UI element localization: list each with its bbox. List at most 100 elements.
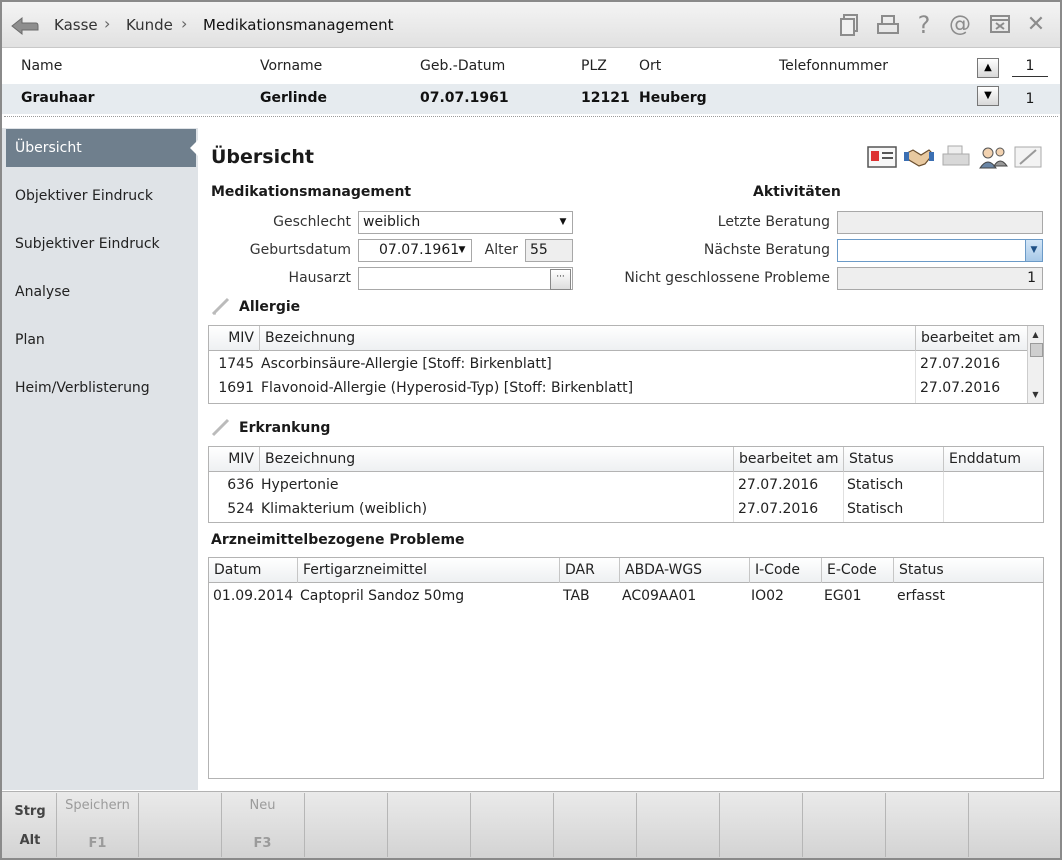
allergie-scrollbar[interactable]: ▲ ▼ xyxy=(1027,326,1043,403)
table-row[interactable]: 01.09.2014 Captopril Sandoz 50mg TAB AC0… xyxy=(209,584,1043,608)
pencil-icon[interactable] xyxy=(210,296,232,316)
cell-dar: TAB xyxy=(563,588,590,604)
col-enddatum[interactable]: Enddatum xyxy=(943,447,1043,472)
table-row[interactable]: 636 Hypertonie 27.07.2016 Statisch xyxy=(209,473,1043,497)
page-title: Übersicht xyxy=(211,146,314,168)
patient-card-icon[interactable] xyxy=(866,144,898,172)
fkey-label: Speichern xyxy=(65,798,130,813)
help-icon[interactable]: ? xyxy=(912,13,936,37)
cell-bezeichnung: Flavonoid-Allergie (Hyperosid-Typ) [Stof… xyxy=(261,380,634,396)
customer-name: Grauhaar xyxy=(21,90,95,106)
col-status[interactable]: Status xyxy=(843,447,943,472)
sidebar-item-label: Analyse xyxy=(15,284,71,300)
f5-button[interactable] xyxy=(387,793,469,857)
col-miv[interactable]: MIV xyxy=(209,326,259,351)
f10-button[interactable] xyxy=(802,793,884,857)
col-bezeichnung[interactable]: Bezeichnung xyxy=(259,326,915,351)
cell-bearbeitet: 27.07.2016 xyxy=(738,501,819,517)
f9-button[interactable] xyxy=(719,793,801,857)
consultation-icon[interactable] xyxy=(977,144,1009,172)
column-divider xyxy=(843,472,844,522)
probleme-title: Arzneimittelbezogene Probleme xyxy=(211,532,465,548)
f7-button[interactable] xyxy=(553,793,635,857)
breadcrumb-item-kasse[interactable]: Kasse xyxy=(54,16,98,34)
column-divider xyxy=(915,351,916,403)
cell-bearbeitet: 27.07.2016 xyxy=(920,380,1001,396)
sidebar-item-uebersicht[interactable]: Übersicht xyxy=(6,129,196,167)
at-icon[interactable]: @ xyxy=(948,13,972,37)
col-bearbeitet-am[interactable]: bearbeitet am xyxy=(915,326,1027,351)
sidebar-item-analyse[interactable]: Analyse xyxy=(6,273,196,311)
customer-row[interactable] xyxy=(2,84,1060,114)
geburtsdatum-input[interactable]: 07.07.1961 ▼ xyxy=(358,239,472,262)
printer-icon[interactable] xyxy=(940,144,972,172)
f2-button[interactable] xyxy=(138,793,220,857)
col-bearbeitet-am[interactable]: bearbeitet am xyxy=(733,447,843,472)
print-icon[interactable] xyxy=(876,13,900,37)
col-status[interactable]: Status xyxy=(893,558,1043,583)
allergie-title: Allergie xyxy=(239,299,301,315)
sidebar-item-subjektiver-eindruck[interactable]: Subjektiver Eindruck xyxy=(6,225,196,263)
f6-button[interactable] xyxy=(470,793,552,857)
scroll-down-icon[interactable]: ▼ xyxy=(1028,387,1043,402)
col-bezeichnung[interactable]: Bezeichnung xyxy=(259,447,733,472)
f8-button[interactable] xyxy=(636,793,718,857)
naechste-beratung-label: Nächste Beratung xyxy=(703,242,830,258)
window-icon[interactable] xyxy=(988,13,1012,37)
scroll-up-icon[interactable]: ▲ xyxy=(1028,327,1043,342)
column-divider xyxy=(733,472,734,522)
back-icon[interactable] xyxy=(10,12,40,38)
col-e-code[interactable]: E-Code xyxy=(821,558,893,583)
col-abda-wgs[interactable]: ABDA-WGS xyxy=(619,558,749,583)
f11-button[interactable] xyxy=(885,793,967,857)
section-medikationsmanagement: Medikationsmanagement xyxy=(211,184,412,200)
col-geb-datum: Geb.-Datum xyxy=(420,58,506,74)
allergie-header: MIV Bezeichnung bearbeitet am xyxy=(209,326,1027,351)
fkey-label: Neu xyxy=(249,798,276,813)
table-row[interactable]: 524 Klimakterium (weiblich) 27.07.2016 S… xyxy=(209,497,1043,521)
alter-field: 55 xyxy=(525,239,573,262)
table-row[interactable]: 1691 Flavonoid-Allergie (Hyperosid-Typ) … xyxy=(209,376,1027,400)
sidebar-item-label: Objektiver Eindruck xyxy=(15,188,153,204)
fkey-code: F3 xyxy=(253,836,272,851)
cell-status: erfasst xyxy=(897,588,945,604)
geschlecht-select[interactable]: weiblich ▼ xyxy=(358,211,573,234)
more-icon[interactable]: ··· xyxy=(550,269,571,290)
naechste-beratung-select[interactable]: ▼ xyxy=(837,239,1043,262)
cell-bearbeitet: 27.07.2016 xyxy=(920,356,1001,372)
col-datum[interactable]: Datum xyxy=(209,558,297,583)
previous-customer-button[interactable]: ▲ xyxy=(977,58,999,78)
sidebar-item-heim-verblisterung[interactable]: Heim/Verblisterung xyxy=(6,369,196,407)
modifier-keys[interactable]: Strg Alt xyxy=(4,793,56,857)
close-icon[interactable]: ✕ xyxy=(1024,13,1048,37)
sidebar-item-objektiver-eindruck[interactable]: Objektiver Eindruck xyxy=(6,177,196,215)
pencil-icon[interactable] xyxy=(210,417,232,437)
sidebar-item-plan[interactable]: Plan xyxy=(6,321,196,359)
handshake-icon[interactable] xyxy=(903,144,935,172)
hausarzt-input[interactable]: ··· xyxy=(358,267,573,290)
chevron-down-icon: ▼ xyxy=(559,217,567,227)
breadcrumb-item-kunde[interactable]: Kunde xyxy=(126,16,173,34)
geschlecht-label: Geschlecht xyxy=(273,214,351,230)
next-customer-button[interactable]: ▼ xyxy=(977,86,999,106)
sidebar-item-label: Plan xyxy=(15,332,45,348)
col-miv[interactable]: MIV xyxy=(209,447,259,472)
sidebar-item-label: Übersicht xyxy=(15,140,82,156)
table-row[interactable]: 1745 Ascorbinsäure-Allergie [Stoff: Birk… xyxy=(209,352,1027,376)
col-i-code[interactable]: I-Code xyxy=(749,558,821,583)
probleme-header: Datum Fertigarzneimittel DAR ABDA-WGS I-… xyxy=(209,558,1043,583)
col-fertigarzneimittel[interactable]: Fertigarzneimittel xyxy=(297,558,559,583)
f3-neu-button[interactable]: Neu F3 xyxy=(221,793,303,857)
scroll-thumb[interactable] xyxy=(1030,343,1043,357)
alt-key: Alt xyxy=(19,833,41,848)
document-edit-icon[interactable] xyxy=(1012,144,1044,172)
f12-button[interactable] xyxy=(968,793,1058,857)
allergie-table: MIV Bezeichnung bearbeitet am 1745 Ascor… xyxy=(208,325,1044,404)
document-icon[interactable] xyxy=(838,13,862,37)
col-dar[interactable]: DAR xyxy=(559,558,619,583)
cell-datum: 01.09.2014 xyxy=(213,588,294,604)
nicht-geschlossene-field: 1 xyxy=(837,267,1043,290)
f1-speichern-button[interactable]: Speichern F1 xyxy=(56,793,138,857)
f4-button[interactable] xyxy=(304,793,386,857)
erkrankung-header: MIV Bezeichnung bearbeitet am Status End… xyxy=(209,447,1043,472)
